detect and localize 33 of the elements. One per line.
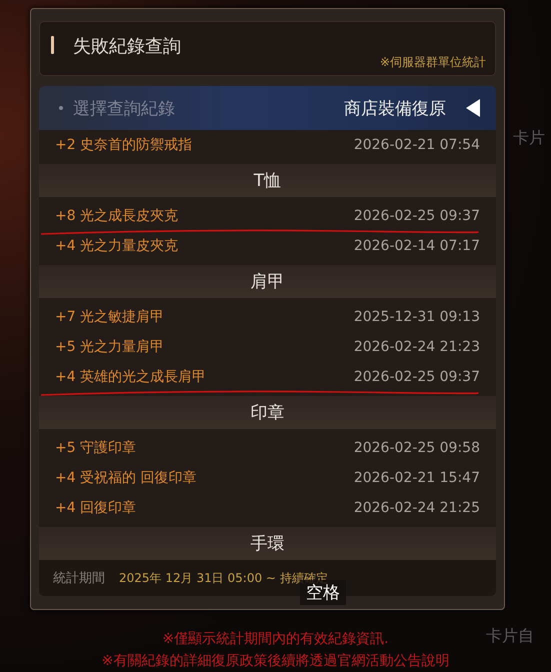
record-time: 2026-02-14 07:17 [354, 238, 480, 254]
triangle-left-icon [466, 99, 480, 117]
category-heading: T恤 [39, 164, 496, 197]
background-label: 卡片 [513, 128, 545, 149]
record-time: 2026-02-24 21:25 [354, 500, 480, 516]
background-label: 卡片自 [486, 626, 534, 647]
item-name: +4 回復印章 [55, 499, 136, 517]
item-name: +7 光之敏捷肩甲 [55, 308, 164, 326]
item-name: +2 史奈首的防禦戒指 [55, 136, 192, 154]
item-name: +4 英雄的光之成長肩甲 [55, 368, 206, 386]
item-name: +4 受祝福的 回復印章 [55, 469, 197, 487]
record-time: 2026-02-25 09:37 [354, 208, 480, 224]
notice-text: ※僅顯示統計期間內的有效紀錄資訊. [162, 630, 389, 649]
record-time: 2025-12-31 09:13 [354, 309, 480, 325]
record-time: 2026-02-21 15:47 [354, 470, 480, 486]
item-name: +4 光之力量皮夾克 [55, 237, 178, 255]
category-heading: 印章 [39, 396, 496, 429]
accent-bar [51, 36, 54, 54]
server-note: ※伺服器群單位統計 [380, 54, 486, 71]
item-name: +5 守護印章 [55, 439, 136, 457]
category-heading: 手環 [39, 527, 496, 560]
record-time: 2026-02-25 09:37 [354, 369, 480, 385]
record-time: 2026-02-24 21:23 [354, 339, 480, 355]
item-name: +8 光之成長皮夾克 [55, 207, 178, 225]
period-label: 統計期間 [53, 570, 105, 587]
item-name: +5 光之力量肩甲 [55, 338, 164, 356]
record-selector[interactable]: 選擇查詢紀錄 商店裝備復原 [39, 86, 496, 130]
record-time: 2026-02-21 07:54 [354, 137, 480, 153]
record-time: 2026-02-25 09:58 [354, 440, 480, 456]
notice-text: ※有關紀錄的詳細復原政策後續將透過官網活動公告說明 [102, 652, 450, 671]
panel-title: 失敗紀錄查詢 [73, 35, 181, 58]
tooltip: 空格 [300, 580, 346, 605]
category-heading: 肩甲 [39, 265, 496, 298]
